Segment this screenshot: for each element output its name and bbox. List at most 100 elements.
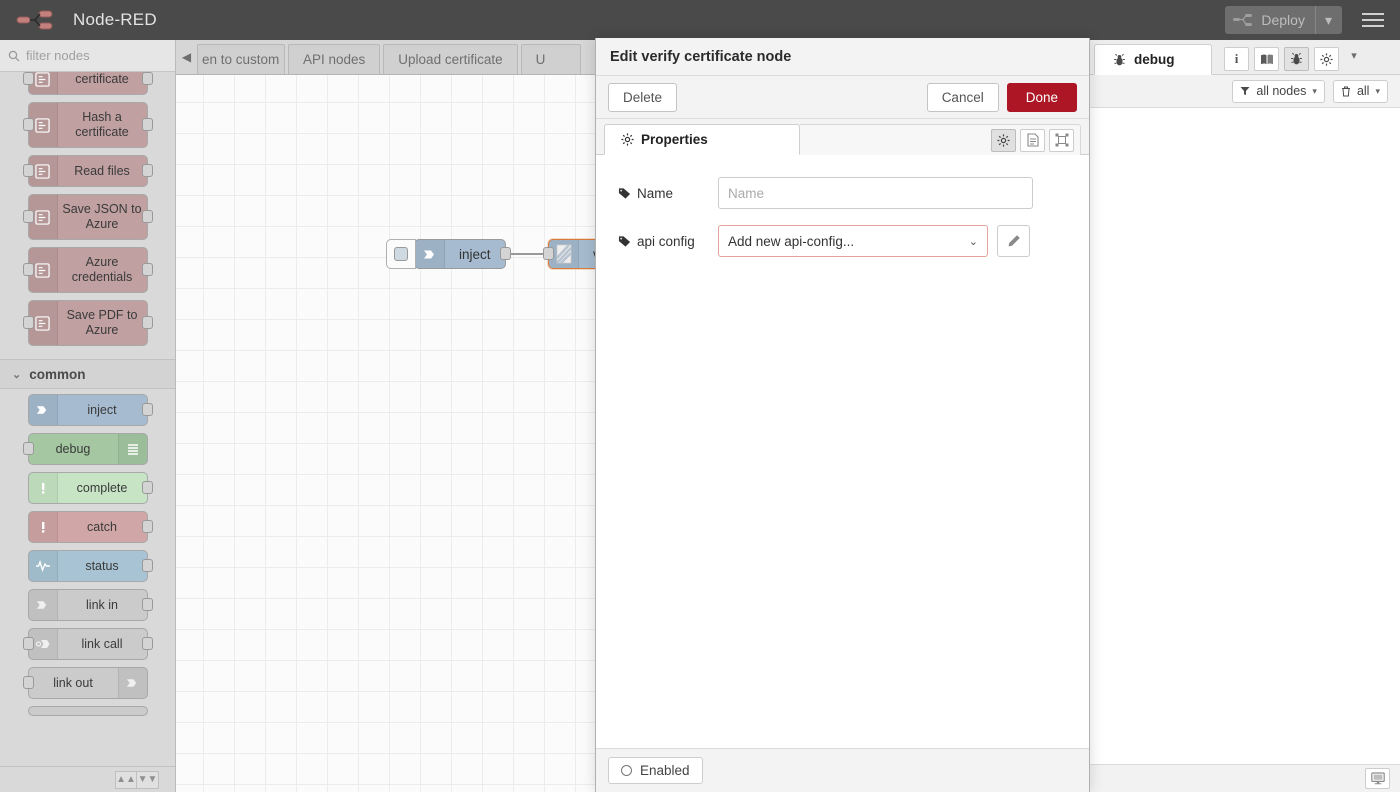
tab-scroll-left-button[interactable]: ◀ bbox=[176, 40, 197, 74]
flow-tab-label: API nodes bbox=[303, 52, 365, 67]
sidebar-tab-label: debug bbox=[1134, 52, 1175, 67]
enabled-toggle-button[interactable]: Enabled bbox=[608, 757, 703, 784]
palette-node-label: Save PDF to Azure bbox=[58, 304, 147, 342]
inject-trigger-button[interactable] bbox=[386, 239, 416, 269]
node-output-port[interactable] bbox=[142, 520, 153, 533]
name-input[interactable] bbox=[718, 177, 1033, 209]
info-icon[interactable]: i bbox=[1224, 47, 1249, 71]
node-input-port[interactable] bbox=[23, 72, 34, 85]
flow-node-label: inject bbox=[445, 247, 505, 262]
bug-icon[interactable] bbox=[1284, 47, 1309, 71]
node-input-port[interactable] bbox=[23, 164, 34, 177]
node-input-port[interactable] bbox=[543, 247, 554, 260]
chevron-double-up-icon[interactable]: ▲▲ bbox=[115, 771, 137, 789]
debug-message-list[interactable] bbox=[1086, 108, 1400, 764]
enabled-label: Enabled bbox=[640, 763, 690, 778]
debug-filter-dropdown[interactable]: all nodes ▾ bbox=[1232, 80, 1325, 103]
info-glyph: i bbox=[1235, 51, 1239, 67]
node-input-port[interactable] bbox=[23, 442, 34, 455]
palette-node-link-in[interactable]: link in bbox=[28, 589, 148, 621]
deploy-button[interactable]: Deploy ▾ bbox=[1225, 6, 1342, 34]
gear-icon bbox=[621, 133, 634, 146]
dialog-scrollbar[interactable] bbox=[1088, 155, 1089, 748]
palette-node-save-pdf-to-azure[interactable]: Save PDF to Azure bbox=[28, 300, 148, 346]
hamburger-line bbox=[1362, 19, 1384, 21]
gear-icon[interactable] bbox=[991, 129, 1016, 152]
node-output-port[interactable] bbox=[142, 210, 153, 223]
done-button[interactable]: Done bbox=[1007, 83, 1077, 112]
flow-tab-upload-certificate[interactable]: Upload certificate bbox=[383, 44, 517, 74]
palette-node-catch[interactable]: catch bbox=[28, 511, 148, 543]
flow-tab-u[interactable]: U bbox=[521, 44, 581, 74]
flow-tab-api-nodes[interactable]: API nodes bbox=[288, 44, 380, 74]
palette-filter-input[interactable] bbox=[26, 48, 156, 63]
brand-title: Node-RED bbox=[73, 10, 157, 30]
deploy-dropdown-caret-icon[interactable]: ▾ bbox=[1315, 6, 1332, 34]
chevron-double-down-icon[interactable]: ▼▼ bbox=[137, 771, 159, 789]
node-output-port[interactable] bbox=[142, 263, 153, 276]
node-input-port[interactable] bbox=[23, 316, 34, 329]
palette-search-bar[interactable] bbox=[0, 40, 175, 72]
debug-toolbar: all nodes ▾ all ▾ bbox=[1086, 75, 1400, 108]
palette-node-label: Save JSON to Azure bbox=[58, 198, 147, 236]
palette-node-label: certificate bbox=[58, 72, 147, 91]
palette-node-complete[interactable]: complete bbox=[28, 472, 148, 504]
debug-lines-icon bbox=[118, 434, 147, 464]
tab-debug[interactable]: debug bbox=[1094, 44, 1212, 75]
node-input-port[interactable] bbox=[23, 118, 34, 131]
delete-button[interactable]: Delete bbox=[608, 83, 677, 112]
name-label-text: Name bbox=[637, 186, 673, 201]
palette-scroll-area[interactable]: certificate Hash a certificate bbox=[0, 72, 175, 766]
flow-node-inject[interactable]: inject bbox=[414, 239, 506, 269]
api-config-field-label: api config bbox=[618, 234, 718, 249]
palette-node-link-call[interactable]: link call bbox=[28, 628, 148, 660]
palette-node-certificate[interactable]: certificate bbox=[28, 72, 148, 95]
node-input-port[interactable] bbox=[23, 210, 34, 223]
palette-node-status[interactable]: status bbox=[28, 550, 148, 582]
node-output-port[interactable] bbox=[142, 72, 153, 85]
brand: Node-RED bbox=[16, 10, 157, 30]
chevron-down-icon: ⌄ bbox=[12, 368, 21, 381]
node-input-port[interactable] bbox=[23, 637, 34, 650]
palette-footer: ▲▲ ▼▼ bbox=[0, 766, 175, 792]
node-output-port[interactable] bbox=[142, 316, 153, 329]
flow-tab-en-to-custom[interactable]: en to custom bbox=[197, 44, 285, 74]
hamburger-line bbox=[1362, 13, 1384, 15]
node-output-port[interactable] bbox=[142, 481, 153, 494]
palette-node-label: debug bbox=[29, 438, 118, 461]
palette-node-read-files[interactable]: Read files bbox=[28, 155, 148, 187]
node-output-port[interactable] bbox=[500, 247, 511, 260]
node-output-port[interactable] bbox=[142, 403, 153, 416]
description-icon[interactable] bbox=[1020, 129, 1045, 152]
node-output-port[interactable] bbox=[142, 637, 153, 650]
deploy-icon bbox=[1233, 14, 1253, 27]
edit-api-config-button[interactable] bbox=[997, 225, 1030, 257]
main-menu-button[interactable] bbox=[1362, 13, 1384, 27]
help-book-icon[interactable] bbox=[1254, 47, 1279, 71]
palette-node-label: Hash a certificate bbox=[58, 106, 147, 144]
palette-node-partial[interactable] bbox=[28, 706, 148, 716]
gear-icon[interactable] bbox=[1314, 47, 1339, 71]
api-config-select[interactable]: Add new api-config... ⌄ bbox=[718, 225, 988, 257]
palette-node-azure-credentials[interactable]: Azure credentials bbox=[28, 247, 148, 293]
node-output-port[interactable] bbox=[142, 164, 153, 177]
monitor-icon[interactable] bbox=[1365, 768, 1390, 789]
form-row-api-config: api config Add new api-config... ⌄ bbox=[596, 225, 1089, 257]
palette-node-link-out[interactable]: link out bbox=[28, 667, 148, 699]
appearance-icon[interactable] bbox=[1049, 129, 1074, 152]
tab-properties[interactable]: Properties bbox=[604, 124, 800, 155]
debug-clear-dropdown[interactable]: all ▾ bbox=[1333, 80, 1388, 103]
node-output-port[interactable] bbox=[142, 118, 153, 131]
node-output-port[interactable] bbox=[142, 559, 153, 572]
node-output-port[interactable] bbox=[142, 598, 153, 611]
palette-node-hash-a-certificate[interactable]: Hash a certificate bbox=[28, 102, 148, 148]
palette-category-header-common[interactable]: ⌄ common bbox=[0, 359, 175, 389]
cancel-button[interactable]: Cancel bbox=[927, 83, 999, 112]
palette-node-inject[interactable]: inject bbox=[28, 394, 148, 426]
palette-node-debug[interactable]: debug bbox=[28, 433, 148, 465]
node-input-port[interactable] bbox=[23, 263, 34, 276]
palette-node-save-json-to-azure[interactable]: Save JSON to Azure bbox=[28, 194, 148, 240]
node-input-port[interactable] bbox=[23, 676, 34, 689]
dialog-title: Edit verify certificate node bbox=[596, 38, 1089, 76]
sidebar-more-caret-icon[interactable]: ▾ bbox=[1344, 49, 1364, 62]
